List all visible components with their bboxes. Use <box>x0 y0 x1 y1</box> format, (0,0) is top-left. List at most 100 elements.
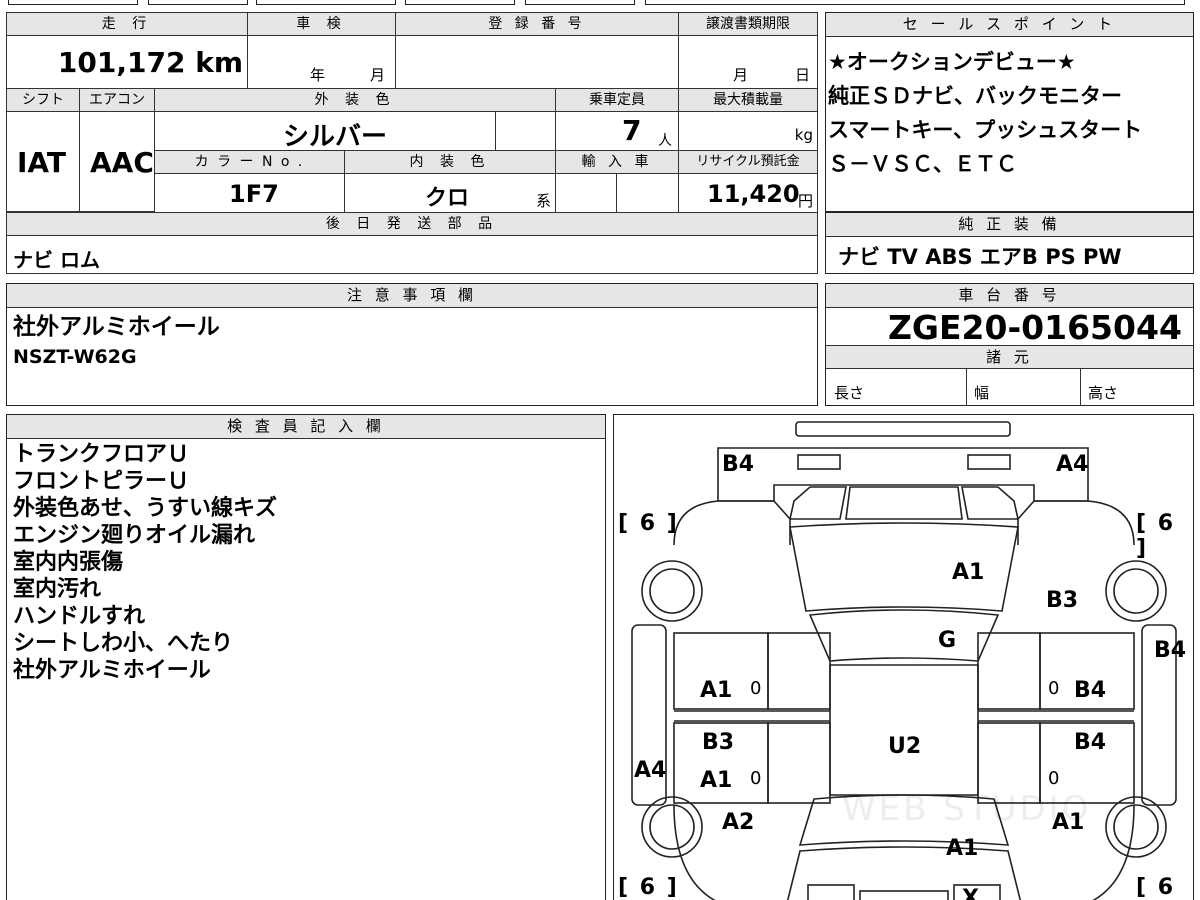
inspector-line: 外装色あせ、うすい線キズ <box>13 496 278 521</box>
exterior-color-cell: シルバー <box>154 111 496 151</box>
inspector-line: エンジン廻りオイル漏れ <box>13 523 256 548</box>
recycle-cell: 11,420 円 <box>678 173 818 213</box>
shift-value: IAT <box>17 146 67 179</box>
inspector-list: トランクフロアＵ フロントピラーＵ 外装色あせ、うすい線キズ エンジン廻りオイル… <box>13 441 598 684</box>
exterior-color-extra-cell <box>495 111 556 151</box>
transfer-month-unit: 月 <box>733 66 749 84</box>
specs-header: 諸 元 <box>826 345 1193 369</box>
inspector-box: 検 査 員 記 入 欄 トランクフロアＵ フロントピラーＵ 外装色あせ、うすい線… <box>6 414 606 900</box>
inspector-header: 検 査 員 記 入 欄 <box>7 415 605 439</box>
transfer-deadline-cell: 月 日 <box>678 35 818 89</box>
interior-color-value: クロ <box>425 186 470 211</box>
mark-zero-3: 0 <box>750 768 762 789</box>
sales-points-header: セ ー ル ス ポ イ ン ト <box>826 13 1193 37</box>
shaken-cell: 年 月 <box>247 35 396 89</box>
max-load-unit: kg <box>794 126 813 144</box>
max-load-cell: kg <box>678 111 818 151</box>
notes-box: 注 意 事 項 欄 社外アルミホイール NSZT-W62G <box>6 283 818 406</box>
mark-a4-left-side: A4 <box>634 758 667 783</box>
shaken-year-unit: 年 <box>310 66 326 84</box>
exterior-color-header: 外 装 色 <box>154 88 556 112</box>
sales-point-line: スマートキー、プッシュスタート <box>828 118 1143 142</box>
sales-point-line: 純正ＳＤナビ、バックモニター <box>828 84 1122 108</box>
registration-number-header: 登 録 番 号 <box>395 12 679 36</box>
exterior-color-value: シルバー <box>283 122 388 151</box>
interior-color-cell: クロ 系 <box>344 173 556 213</box>
car-diagram-box: [ 6 ] [ 6 ] [ 6 ] [ 6 ] B4 A4 A1 B3 G B4… <box>613 414 1194 900</box>
inspector-line: 室内内張傷 <box>13 550 124 575</box>
inspector-line: シートしわ小、へたり <box>13 631 234 656</box>
length-label: 長さ <box>834 384 865 402</box>
notes-line: NSZT-W62G <box>13 346 137 368</box>
recycle-value: 11,420 <box>707 180 800 208</box>
inspector-line: 社外アルミホイール <box>13 658 211 683</box>
shaken-month-unit: 月 <box>370 66 386 84</box>
import-cell-left <box>555 173 617 213</box>
vehicle-info-form: 走 行 車 検 登 録 番 号 譲渡書類期限 101,172 km 年 月 月 … <box>6 12 818 274</box>
sales-point-line: Ｓ－ＶＳＣ、ＥＴＣ <box>828 152 1017 176</box>
max-load-header: 最大積載量 <box>678 88 818 112</box>
inspector-line: フロントピラーＵ <box>13 469 190 494</box>
aircon-cell: AAC <box>79 111 155 212</box>
chassis-header: 車 台 番 号 <box>826 284 1193 308</box>
transfer-day-unit: 日 <box>795 66 811 84</box>
chassis-number-value: ZGE20-0165044 <box>888 308 1182 347</box>
standard-equipment-box: 純 正 装 備 ナビ TV ABS エアB PS PW <box>825 212 1194 274</box>
capacity-cell: 7 人 <box>555 111 679 151</box>
mark-x-front-bumper: X <box>962 886 979 900</box>
mark-g-windshield: G <box>938 628 957 653</box>
inspector-line: トランクフロアＵ <box>13 442 190 467</box>
mark-u2-roof: U2 <box>888 734 922 759</box>
mark-b4-right-side: B4 <box>1154 638 1187 663</box>
notes-header: 注 意 事 項 欄 <box>7 284 817 308</box>
later-parts-cell: ナビ ロム <box>6 235 818 274</box>
tread-value: 6 <box>639 875 658 900</box>
watermark: WEB STUDIO <box>842 789 1092 829</box>
aircon-header: エアコン <box>79 88 155 112</box>
mark-a1-left-front-door: A1 <box>700 768 733 793</box>
mark-a2-left-front-fender: A2 <box>722 810 755 835</box>
tire-tread-front-left: [ 6 ] <box>618 875 679 900</box>
shift-cell: IAT <box>6 111 80 212</box>
tread-value: 6 <box>1157 511 1176 536</box>
color-no-header: カ ラ ー N o . <box>154 150 345 174</box>
chassis-box: 車 台 番 号 ZGE20-0165044 諸 元 長さ 幅 高さ <box>825 283 1194 406</box>
color-no-value: 1F7 <box>229 180 279 208</box>
recycle-unit: 円 <box>797 192 813 210</box>
inspector-line: 室内汚れ <box>13 577 102 602</box>
sales-points-box: セ ー ル ス ポ イ ン ト ★オークションデビュー★ 純正ＳＤナビ、バックモ… <box>825 12 1194 212</box>
notes-line: 社外アルミホイール <box>13 314 220 340</box>
registration-number-cell <box>395 35 679 89</box>
mileage-value: 101,172 km <box>57 46 243 79</box>
tread-value: 6 <box>639 511 658 536</box>
capacity-value: 7 <box>622 114 642 147</box>
mark-zero-4: 0 <box>1048 768 1060 789</box>
mileage-header: 走 行 <box>6 12 248 36</box>
sales-point-line: ★オークションデビュー★ <box>828 50 1076 74</box>
tire-tread-front-right: [ 6 ] <box>1136 875 1176 900</box>
standard-equipment-value: ナビ TV ABS エアB PS PW <box>838 245 1122 269</box>
interior-color-suffix: 系 <box>535 192 551 210</box>
shift-header: シフト <box>6 88 80 112</box>
import-cell-right <box>616 173 679 213</box>
transfer-deadline-header: 譲渡書類期限 <box>678 12 818 36</box>
height-label: 高さ <box>1088 384 1119 402</box>
later-parts-header: 後 日 発 送 部 品 <box>6 212 818 236</box>
mark-a1-hood: A1 <box>946 836 979 861</box>
import-header: 輸 入 車 <box>555 150 679 174</box>
tread-value: 6 <box>1157 875 1176 900</box>
mark-b4-rear-left: B4 <box>722 452 755 477</box>
color-no-cell: 1F7 <box>154 173 345 213</box>
mark-b3-right-quarter: B3 <box>1046 588 1079 613</box>
mark-b4-right-rear-door: B4 <box>1074 678 1107 703</box>
capacity-unit: 人 <box>658 133 672 149</box>
mileage-cell: 101,172 km <box>6 35 248 89</box>
tire-tread-rear-left: [ 6 ] <box>618 511 679 536</box>
top-cutoff-strip <box>0 0 1200 6</box>
mark-a1-roof-rear: A1 <box>952 560 985 585</box>
standard-equipment-header: 純 正 装 備 <box>826 213 1193 237</box>
mark-b3-left-front-door: B3 <box>702 730 735 755</box>
mark-b4-right-front-door: B4 <box>1074 730 1107 755</box>
mark-zero-2: 0 <box>1048 678 1060 699</box>
shaken-header: 車 検 <box>247 12 396 36</box>
